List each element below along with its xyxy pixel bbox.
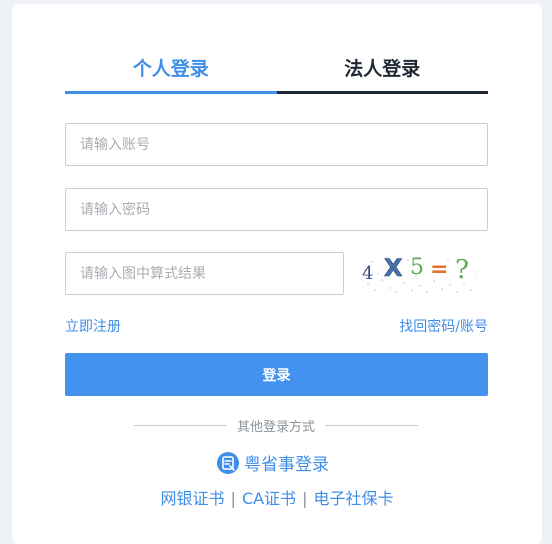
forgot-password-link[interactable]: 找回密码/账号 <box>399 316 488 336</box>
other-methods-divider: 其他登录方式 <box>134 416 419 435</box>
bank-certificate-link[interactable]: 网银证书 <box>161 489 225 508</box>
ca-certificate-link[interactable]: CA证书 <box>242 489 296 508</box>
svg-text:5: 5 <box>410 255 424 280</box>
login-card: 个人登录 法人登录 4 X 5 = ? 立即注册 找回密码/账号 登录 其他登录 <box>12 4 542 544</box>
svg-text:=: = <box>430 257 448 282</box>
captcha-image[interactable]: 4 X 5 = ? <box>360 250 480 296</box>
e-social-security-card-link[interactable]: 电子社保卡 <box>313 489 393 508</box>
register-link[interactable]: 立即注册 <box>65 316 121 336</box>
other-methods-label: 其他登录方式 <box>237 420 316 435</box>
svg-text:X: X <box>384 254 403 282</box>
captcha-input[interactable] <box>65 252 344 295</box>
alt-login-links: 网银证书 | CA证书 | 电子社保卡 <box>12 485 542 509</box>
divider-line-right <box>325 425 419 426</box>
login-tabs: 个人登录 法人登录 <box>65 54 488 94</box>
tab-personal-login[interactable]: 个人登录 <box>65 54 277 94</box>
ysx-login-label: 粤省事登录 <box>244 455 329 475</box>
password-input[interactable] <box>65 188 488 231</box>
divider-line-left <box>134 425 227 426</box>
tab-corporate-login[interactable]: 法人登录 <box>276 54 489 94</box>
ysx-logo-icon <box>217 451 239 474</box>
svg-text:?: ? <box>455 255 469 285</box>
svg-text:4: 4 <box>362 263 373 284</box>
account-input[interactable] <box>65 123 488 166</box>
login-button[interactable]: 登录 <box>65 353 488 396</box>
separator: | <box>302 489 308 508</box>
separator: | <box>230 489 236 508</box>
ysx-login-button[interactable]: 粤省事登录 <box>217 450 329 475</box>
